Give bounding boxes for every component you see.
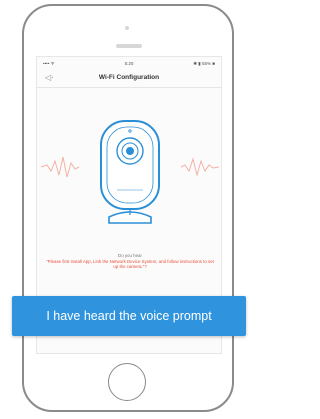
front-camera [125,26,129,30]
voice-prompt-message: Do you hear "Please first install App, L… [45,253,215,270]
sound-wave-left [40,156,80,178]
heard-voice-prompt-button[interactable]: I have heard the voice prompt [12,296,246,336]
heard-voice-prompt-label: I have heard the voice prompt [46,309,212,323]
home-button[interactable] [108,363,146,401]
prompt-text: "Please first install App, Link the Netw… [46,258,214,270]
earpiece-speaker [116,44,142,48]
camera-illustration [100,120,160,224]
phone-frame: •••• ᯤ 5:20 ✱ ▮ 55% ■ ◁· Wi-Fi Configura… [22,4,234,412]
sound-wave-right [180,157,220,177]
